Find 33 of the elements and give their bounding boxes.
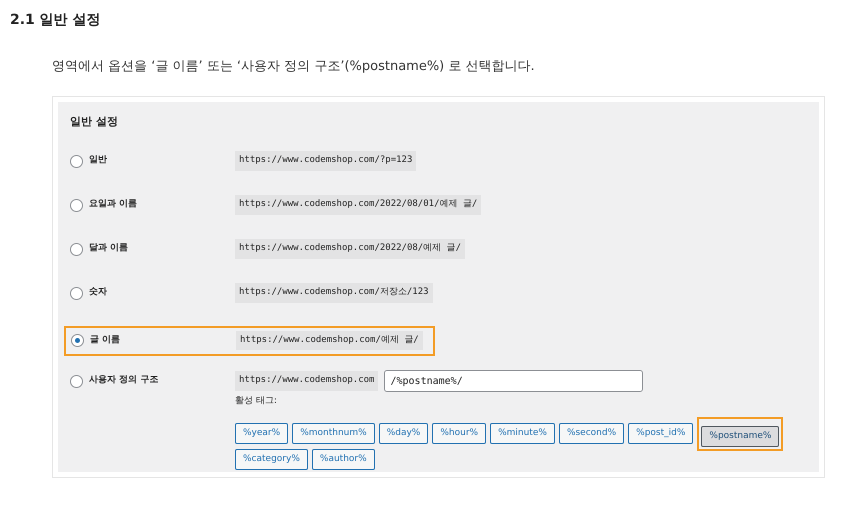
url-example: https://www.codemshop.com/2022/08/01/예제 글/ <box>235 195 482 215</box>
radio-button[interactable] <box>70 374 83 388</box>
url-example: https://www.codemshop.com/저장소/123 <box>235 283 433 303</box>
tag-button[interactable]: %category% <box>235 448 308 470</box>
tag-button[interactable]: %hour% <box>432 423 486 444</box>
instruction-text: 영역에서 옵션을 ‘글 이름’ 또는 ‘사용자 정의 구조’(%postname%) 로 선택합니다. <box>51 58 536 76</box>
option-label: 달과 이름 <box>89 242 128 256</box>
tag-button[interactable]: %postname% <box>701 426 780 447</box>
option-label: 요일과 이름 <box>89 198 138 212</box>
section-heading: 2.1 일반 설정 <box>9 11 102 30</box>
option-label: 일반 <box>89 154 107 168</box>
structure-field[interactable]: /%postname%/ <box>384 370 644 392</box>
url-example: https://www.codemshop.com/2022/08/예제 글/ <box>235 239 466 259</box>
radio-button[interactable] <box>70 242 83 256</box>
tags-label: 활성 태그: <box>235 395 278 408</box>
url-example: https://www.codemshop.com/예제 글/ <box>236 330 423 350</box>
option-label: 숫자 <box>89 286 107 300</box>
tag-button[interactable]: %second% <box>558 423 624 444</box>
radio-button[interactable] <box>70 286 83 300</box>
tag-button[interactable]: %author% <box>312 448 375 470</box>
tag-button[interactable]: %minute% <box>490 423 555 444</box>
radio-button[interactable] <box>70 198 83 212</box>
tag-button[interactable]: %monthnum% <box>292 423 375 444</box>
tag-button[interactable]: %year% <box>235 423 288 444</box>
tag-button[interactable]: %day% <box>378 423 428 444</box>
radio-button[interactable] <box>70 154 83 168</box>
option-label: 사용자 정의 구조 <box>89 374 158 388</box>
tag-button[interactable]: %post_id% <box>628 423 694 444</box>
url-example: https://www.codemshop.com <box>235 371 378 391</box>
settings-title: 일반 설정 <box>70 114 119 130</box>
url-example: https://www.codemshop.com/?p=123 <box>235 151 416 171</box>
radio-button[interactable] <box>71 334 84 347</box>
option-label: 글 이름 <box>90 334 120 347</box>
